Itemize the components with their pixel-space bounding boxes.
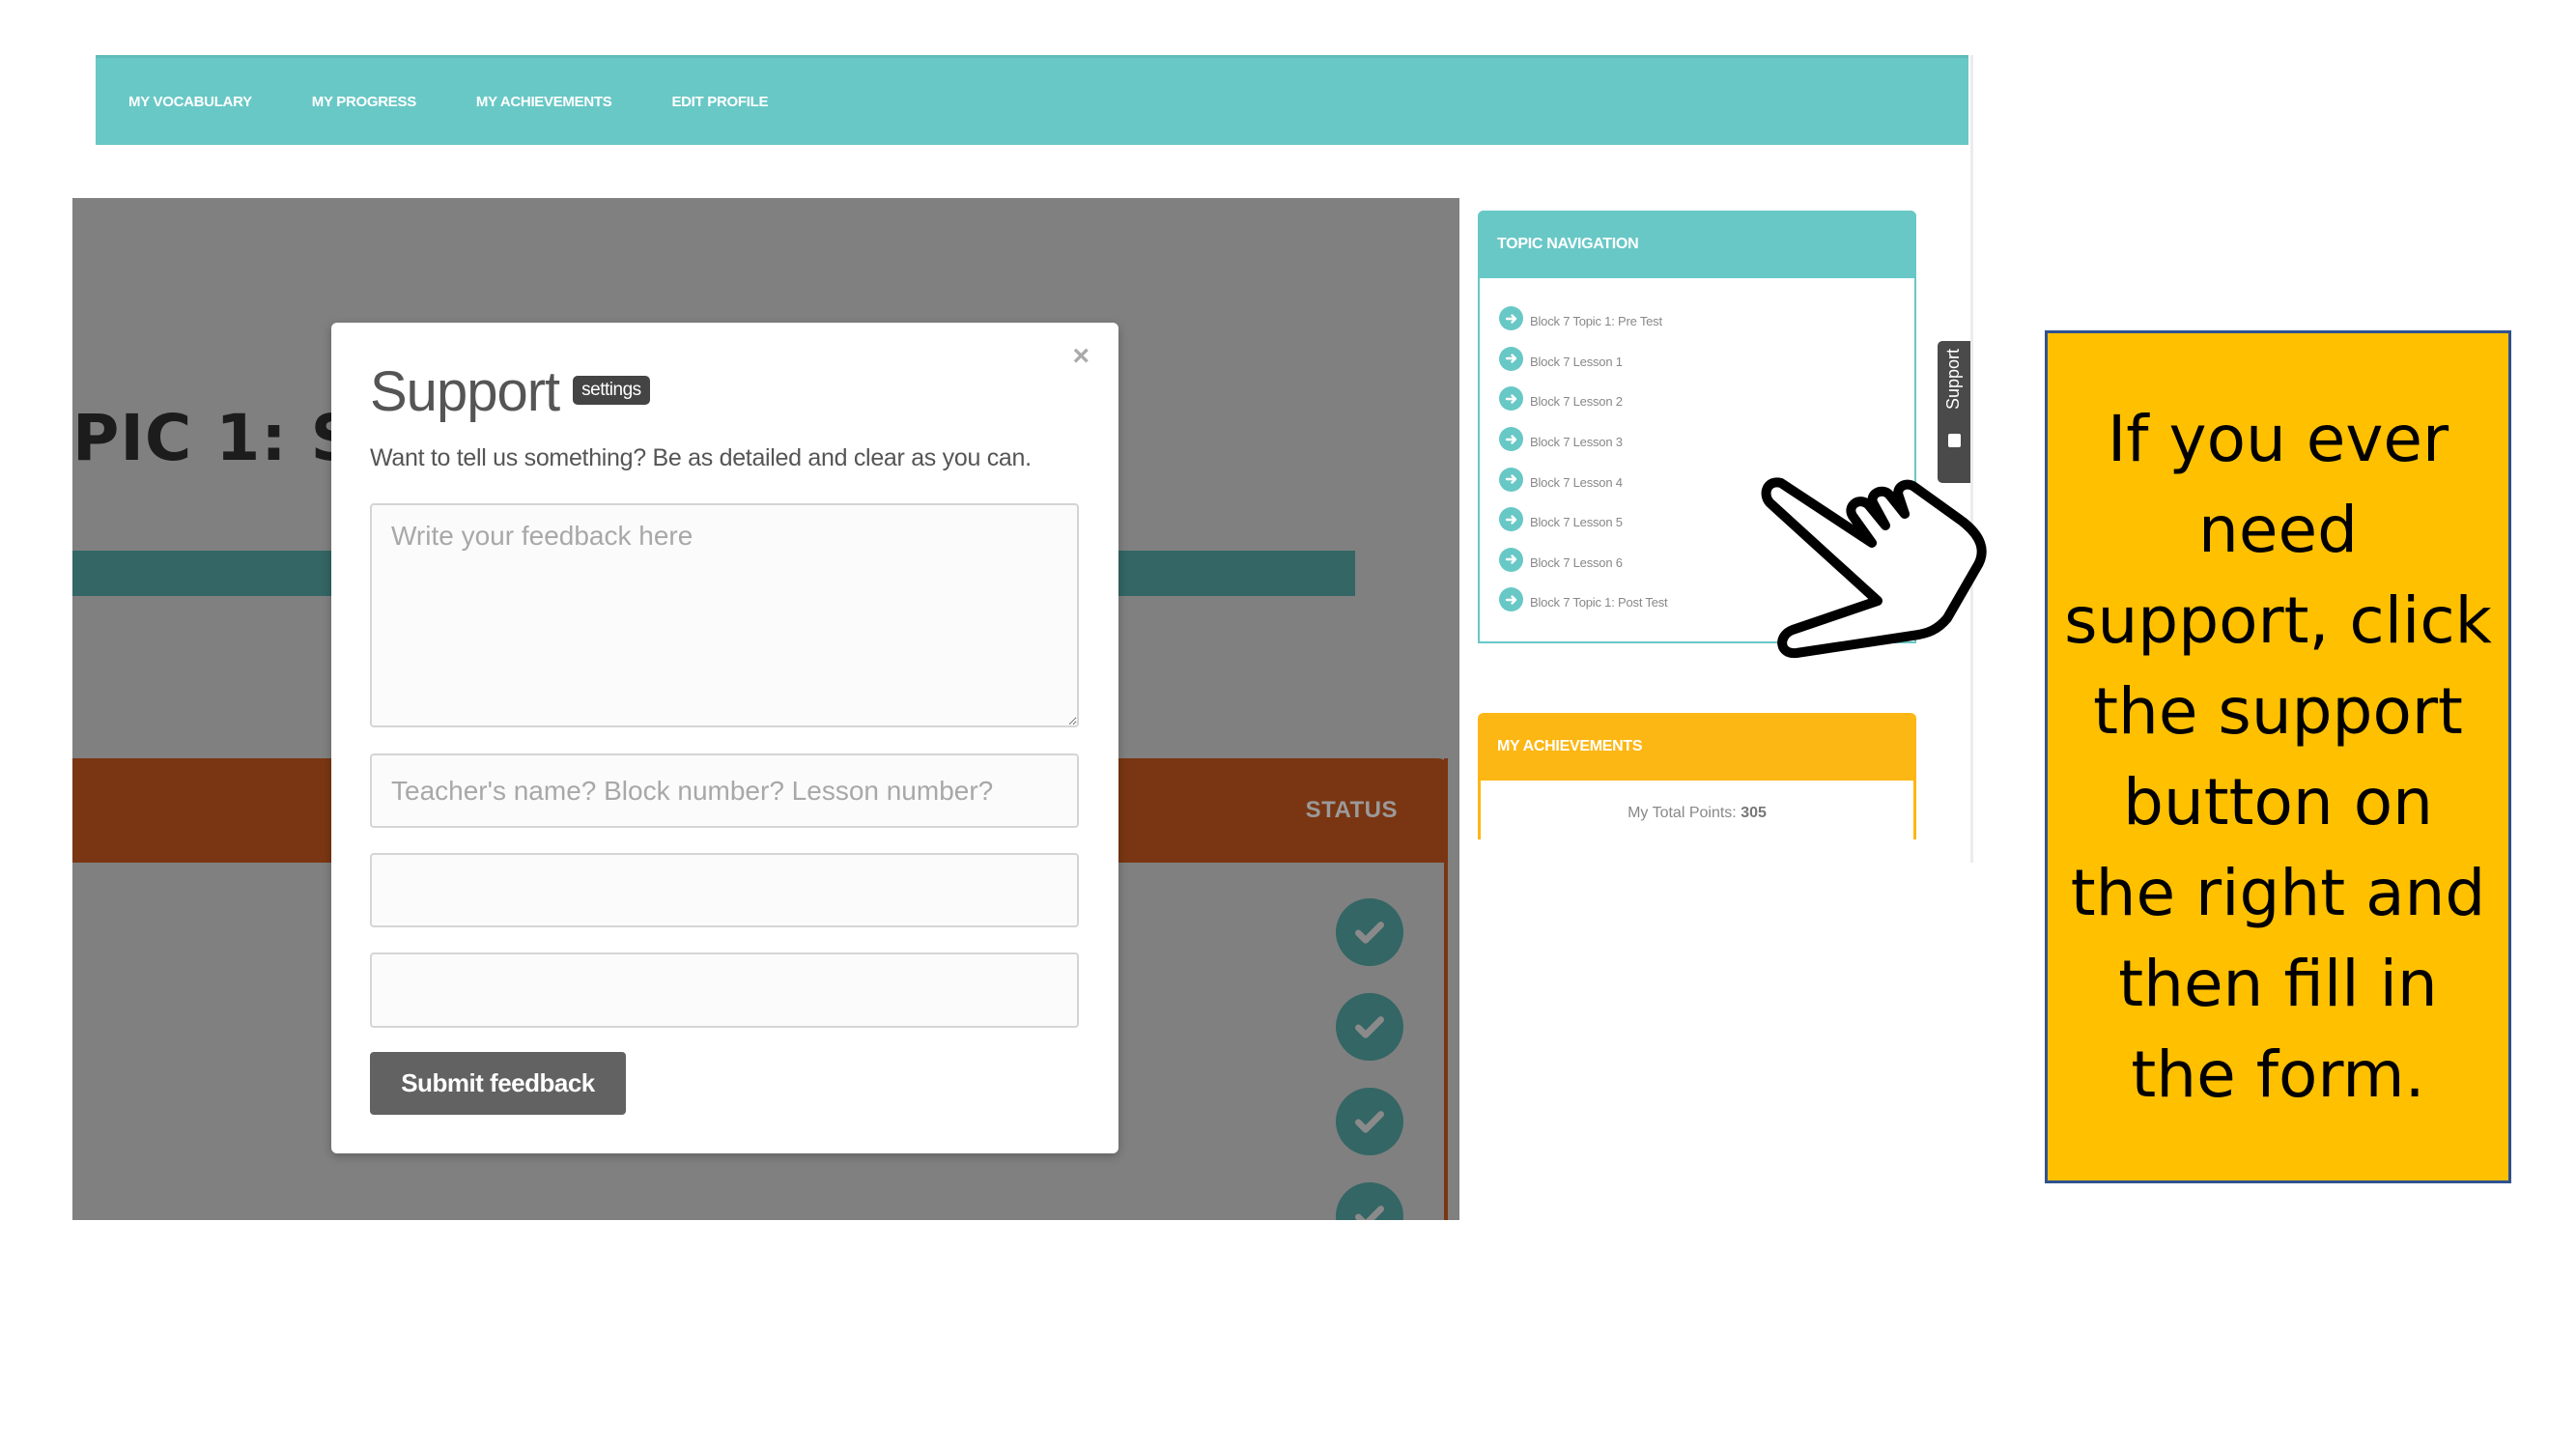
callout-text: If you ever need support, click the supp… [2064, 401, 2492, 1112]
topic-item[interactable]: Block 7 Topic 1: Pre Test [1499, 301, 1914, 342]
achievements-title: MY ACHIEVEMENTS [1481, 716, 1913, 781]
arrow-right-circle-icon [1499, 547, 1523, 572]
name-input[interactable] [370, 853, 1079, 927]
support-tab-label: Support [1943, 348, 1964, 411]
check-circle-icon [1336, 1088, 1403, 1155]
total-points-label: My Total Points: [1628, 805, 1737, 821]
check-circle-icon [1336, 1182, 1403, 1220]
topic-item-label: Block 7 Lesson 1 [1530, 354, 1623, 369]
email-input[interactable] [370, 952, 1079, 1028]
total-points: My Total Points: 305 [1481, 805, 1913, 822]
nav-my-vocabulary[interactable]: MY VOCABULARY [128, 94, 252, 110]
modal-subtitle: Want to tell us something? Be as detaile… [370, 444, 1032, 471]
feedback-textarea[interactable] [370, 503, 1079, 727]
top-navigation: MY VOCABULARY MY PROGRESS MY ACHIEVEMENT… [96, 55, 1968, 145]
topic-item[interactable]: Block 7 Lesson 2 [1499, 382, 1914, 422]
topic-item-label: Block 7 Lesson 2 [1530, 394, 1623, 410]
arrow-right-circle-icon [1499, 467, 1523, 492]
arrow-right-circle-icon [1499, 587, 1523, 612]
check-circle-icon [1336, 993, 1403, 1061]
status-column-header: STATUS [1305, 797, 1398, 823]
submit-feedback-button[interactable]: Submit feedback [370, 1052, 626, 1115]
support-modal: × Support settings Want to tell us someth… [331, 323, 1118, 1153]
arrow-right-circle-icon [1499, 306, 1523, 331]
arrow-right-circle-icon [1499, 346, 1523, 371]
close-icon[interactable]: × [1072, 342, 1090, 371]
settings-badge[interactable]: settings [573, 375, 650, 405]
achievements-panel: MY ACHIEVEMENTS My Total Points: 305 [1478, 713, 1916, 839]
modal-title-text: Support [370, 360, 560, 423]
nav-my-achievements[interactable]: MY ACHIEVEMENTS [476, 94, 612, 110]
pointing-hand-icon [1761, 477, 1987, 659]
arrow-right-circle-icon [1499, 507, 1523, 532]
topic-item-label: Block 7 Lesson 5 [1530, 515, 1623, 530]
nav-edit-profile[interactable]: EDIT PROFILE [671, 94, 768, 110]
arrow-right-circle-icon [1499, 386, 1523, 412]
topic-item-label: Block 7 Topic 1: Pre Test [1530, 314, 1662, 329]
topic-item-label: Block 7 Topic 1: Post Test [1530, 595, 1668, 611]
topic-item-label: Block 7 Lesson 6 [1530, 554, 1623, 570]
topic-navigation-title: TOPIC NAVIGATION [1478, 211, 1916, 278]
total-points-value: 305 [1741, 805, 1767, 821]
instruction-callout: If you ever need support, click the supp… [2045, 330, 2511, 1183]
details-input[interactable] [370, 753, 1079, 828]
modal-title: Support settings [370, 359, 650, 424]
topic-item-label: Block 7 Lesson 3 [1530, 435, 1623, 450]
arrow-right-circle-icon [1499, 427, 1523, 452]
topic-item[interactable]: Block 7 Lesson 1 [1499, 342, 1914, 383]
check-circle-icon [1336, 898, 1403, 966]
topic-item-label: Block 7 Lesson 4 [1530, 474, 1623, 490]
nav-my-progress[interactable]: MY PROGRESS [312, 94, 416, 110]
comment-icon [1947, 434, 1961, 447]
